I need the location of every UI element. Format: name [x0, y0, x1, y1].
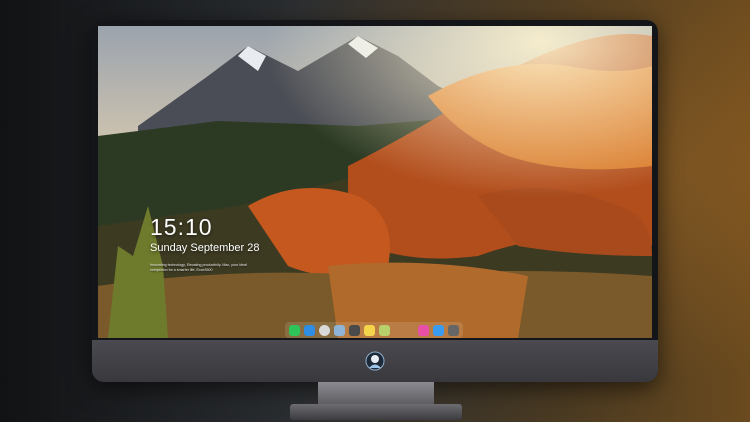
wallpaper — [98, 26, 652, 338]
dock — [285, 322, 463, 338]
monitor-stand-neck — [318, 382, 434, 404]
messages-icon[interactable] — [289, 324, 300, 336]
safari-icon[interactable] — [319, 324, 330, 336]
brand-logo-icon — [365, 351, 385, 371]
itunes-icon[interactable] — [418, 324, 429, 336]
imovie-icon[interactable] — [349, 324, 360, 336]
photos-icon[interactable] — [379, 324, 390, 336]
notes-icon[interactable] — [364, 324, 375, 336]
camera-icon[interactable] — [448, 324, 459, 336]
lock-screen-tagline: Innovating technology, Elevating product… — [150, 263, 247, 272]
monitor-chin — [92, 340, 658, 382]
preview-icon[interactable] — [334, 324, 345, 336]
dock-separator — [394, 325, 414, 336]
screen: 15:10 Sunday September 28 Innovating tec… — [98, 26, 652, 338]
lock-screen-date: Sunday September 28 — [150, 242, 260, 254]
app-store-icon[interactable] — [433, 324, 444, 336]
monitor: 15:10 Sunday September 28 Innovating tec… — [92, 20, 658, 382]
lock-screen-time: 15:10 — [150, 214, 213, 240]
finder-icon[interactable] — [304, 324, 315, 336]
monitor-stand-base — [290, 404, 462, 420]
